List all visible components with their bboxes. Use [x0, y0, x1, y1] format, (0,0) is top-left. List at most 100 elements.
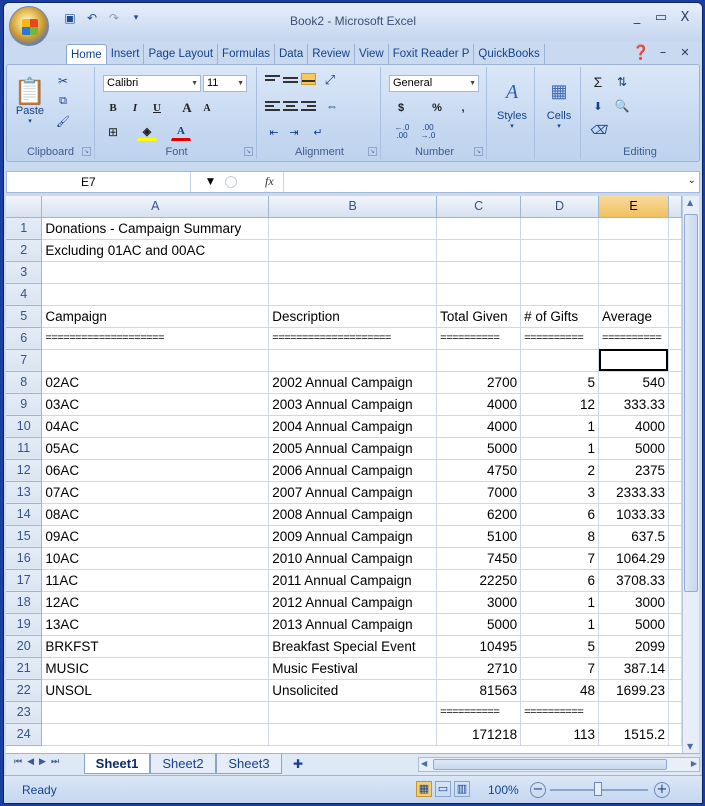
row-header[interactable]: 14 [6, 503, 43, 526]
column-header-e[interactable]: E [598, 196, 669, 218]
borders-icon[interactable]: ⊞ [103, 123, 123, 141]
cell-d15[interactable]: 8 [520, 525, 600, 548]
cell-e11[interactable]: 5000 [598, 437, 669, 460]
cell-e10[interactable]: 4000 [598, 415, 669, 438]
cell-b20[interactable]: Breakfast Special Event [268, 635, 438, 658]
select-all-corner[interactable] [6, 196, 43, 218]
expand-formula-bar-icon[interactable]: ⌄ [688, 175, 696, 186]
cell-d9[interactable]: 12 [520, 393, 600, 416]
row-header[interactable]: 7 [6, 349, 43, 372]
autosum-button[interactable]: Σ [589, 73, 607, 91]
cell-a12[interactable]: 06AC [41, 459, 270, 482]
shrink-font-button[interactable]: A [197, 99, 217, 117]
row-header[interactable]: 24 [6, 723, 43, 746]
cell-c8[interactable]: 2700 [436, 371, 522, 394]
underline-button[interactable]: U [147, 99, 167, 117]
cell-c10[interactable]: 4000 [436, 415, 522, 438]
cell-e7[interactable] [598, 349, 669, 372]
alignment-dialog-launcher-icon[interactable]: ↘ [368, 147, 377, 156]
cell-c15[interactable]: 5100 [436, 525, 522, 548]
ribbon-minimize-button[interactable]: – [652, 44, 674, 62]
worksheet-grid[interactable]: A B C D E 1 Donations - Campaign Summary 2 Exclu… [6, 196, 682, 753]
cell-d6[interactable]: ========== [520, 327, 600, 350]
cell-d3[interactable] [520, 261, 600, 284]
cell-e6[interactable]: ========== [598, 327, 669, 350]
cell-d8[interactable]: 5 [520, 371, 600, 394]
cell-a10[interactable]: 04AC [41, 415, 270, 438]
sheet-tab-sheet2[interactable]: Sheet2 [150, 754, 216, 774]
cell-d1[interactable] [520, 217, 600, 240]
page-break-view-icon[interactable]: ▥ [454, 781, 470, 797]
cell-c6[interactable]: ========== [436, 327, 522, 350]
increase-indent-icon[interactable]: ⇥ [285, 123, 303, 141]
cell-b19[interactable]: 2013 Annual Campaign [268, 613, 438, 636]
cell-d4[interactable] [520, 283, 600, 306]
cell-c7[interactable] [436, 349, 522, 372]
row-header[interactable]: 13 [6, 481, 43, 504]
tab-review[interactable]: Review [308, 44, 355, 64]
row-header[interactable]: 2 [6, 239, 43, 262]
cell-b23[interactable] [268, 701, 438, 724]
tab-view[interactable]: View [355, 44, 389, 64]
cell-c23[interactable]: ========== [436, 701, 522, 724]
cell-b14[interactable]: 2008 Annual Campaign [268, 503, 438, 526]
cell-c13[interactable]: 7000 [436, 481, 522, 504]
name-box-dropdown-icon[interactable]: ▼ [207, 177, 214, 187]
cell-b7[interactable] [268, 349, 438, 372]
cell-a14[interactable]: 08AC [41, 503, 270, 526]
cell-e4[interactable] [598, 283, 669, 306]
cell-e17[interactable]: 3708.33 [598, 569, 669, 592]
tab-formulas[interactable]: Formulas [218, 44, 275, 64]
tab-home[interactable]: Home [66, 44, 107, 64]
customize-qat-icon[interactable]: ▾ [128, 10, 144, 26]
decrease-indent-icon[interactable]: ⇤ [265, 123, 283, 141]
page-layout-view-icon[interactable]: ▭ [435, 781, 451, 797]
cell-c20[interactable]: 10495 [436, 635, 522, 658]
cell-b18[interactable]: 2012 Annual Campaign [268, 591, 438, 614]
cell-e3[interactable] [598, 261, 669, 284]
row-header[interactable]: 6 [6, 327, 43, 350]
cell-b11[interactable]: 2005 Annual Campaign [268, 437, 438, 460]
row-header[interactable]: 19 [6, 613, 43, 636]
cell-e24[interactable]: 1515.2 [598, 723, 669, 746]
cell-d17[interactable]: 6 [520, 569, 600, 592]
cell-c4[interactable] [436, 283, 522, 306]
fill-icon[interactable]: ⬇ [589, 97, 607, 115]
cell-e9[interactable]: 333.33 [598, 393, 669, 416]
number-dialog-launcher-icon[interactable]: ↘ [474, 147, 483, 156]
format-painter-icon[interactable]: 🖌 [55, 113, 71, 129]
cell-c18[interactable]: 3000 [436, 591, 522, 614]
italic-button[interactable]: I [125, 99, 145, 117]
workbook-close-button[interactable]: ✕ [674, 44, 696, 62]
cell-b16[interactable]: 2010 Annual Campaign [268, 547, 438, 570]
cell-a23[interactable] [41, 701, 270, 724]
cell-a21[interactable]: MUSIC [41, 657, 270, 680]
sheet-tab-sheet3[interactable]: Sheet3 [216, 754, 282, 774]
insert-sheet-icon[interactable]: ✚ [284, 754, 312, 774]
row-header[interactable]: 23 [6, 701, 43, 724]
row-header[interactable]: 10 [6, 415, 43, 438]
cell-b2[interactable] [268, 239, 438, 262]
cell-c3[interactable] [436, 261, 522, 284]
font-name-combo[interactable]: Calibri ▼ [103, 75, 201, 92]
row-header[interactable]: 5 [6, 305, 43, 328]
cell-e1[interactable] [598, 217, 669, 240]
cell-e19[interactable]: 5000 [598, 613, 669, 636]
cell-c11[interactable]: 5000 [436, 437, 522, 460]
copy-icon[interactable]: ⧉ [55, 93, 71, 109]
cell-d10[interactable]: 1 [520, 415, 600, 438]
row-header[interactable]: 15 [6, 525, 43, 548]
align-bottom-icon[interactable] [301, 73, 316, 85]
restore-button[interactable]: ▭ [650, 9, 672, 27]
cell-a15[interactable]: 09AC [41, 525, 270, 548]
align-top-icon[interactable] [265, 73, 280, 85]
clipboard-dialog-launcher-icon[interactable]: ↘ [82, 147, 91, 156]
bold-button[interactable]: B [103, 99, 123, 117]
cell-a16[interactable]: 10AC [41, 547, 270, 570]
cell-b1[interactable] [268, 217, 438, 240]
font-color-icon[interactable]: A [171, 123, 191, 141]
row-header[interactable]: 8 [6, 371, 43, 394]
close-button[interactable]: X [674, 9, 696, 27]
cell-c2[interactable] [436, 239, 522, 262]
cell-a24[interactable] [41, 723, 270, 746]
